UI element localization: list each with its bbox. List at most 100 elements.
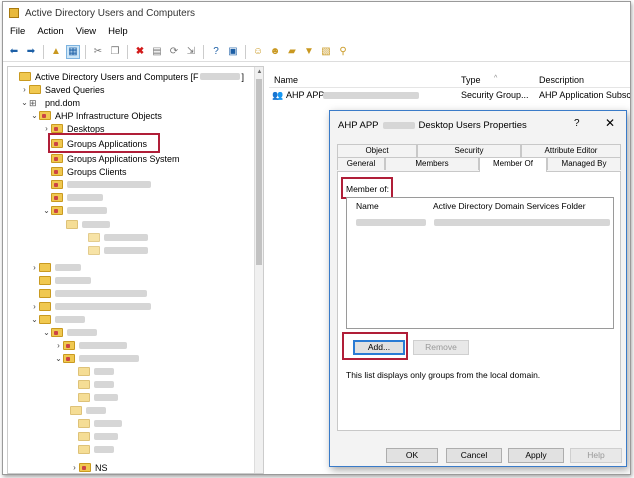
group-add-icon[interactable]: ▰ [285,45,299,59]
tree-item-groups-clients[interactable]: Groups Clients [42,165,127,178]
menu-view[interactable]: View [75,26,97,40]
remove-button[interactable]: Remove [413,340,469,355]
chevron-down-icon: ⌄ [43,328,50,337]
tree-item-redacted[interactable]: › [30,261,81,274]
copy-icon[interactable]: ❐ [108,45,122,59]
redacted-text [79,355,139,362]
tree-item-redacted[interactable] [42,178,151,191]
col-header-description[interactable]: Description [539,75,584,85]
member-of-list[interactable]: Name Active Directory Domain Services Fo… [346,197,614,329]
tab-general[interactable]: General [337,157,385,170]
tree-item-redacted[interactable] [30,274,91,287]
tree-item-redacted[interactable] [78,430,118,443]
redacted-text [67,194,103,201]
show-pane-icon[interactable]: ▣ [226,45,240,59]
list-item-type: Security Group... [461,90,529,100]
folder-icon [78,380,90,389]
find-icon[interactable]: ⚲ [336,45,350,59]
redacted-text [104,247,148,254]
tree-item-domain[interactable]: ⌄ ⊞ pnd.dom [20,96,80,109]
tab-member-of[interactable]: Member Of [479,157,547,172]
chevron-right-icon: › [33,302,36,311]
tree-item-root[interactable]: Active Directory Users and Computers [F … [10,70,244,83]
tree-item-ns[interactable]: › NS [70,461,107,473]
tree-item-redacted[interactable]: › [54,339,127,352]
tree-item-redacted[interactable] [42,191,103,204]
redacted-text [94,394,118,401]
filter-icon[interactable]: ▼ [302,45,316,59]
list-item-name: AHP APP [286,90,325,100]
redacted-text [94,368,114,375]
tree-item-redacted[interactable] [78,378,114,391]
tree-item-redacted[interactable] [30,287,147,300]
close-icon[interactable]: ✕ [605,116,615,130]
folder-icon [39,263,51,272]
menu-help[interactable]: Help [107,26,129,40]
dialog-title-prefix: AHP APP [338,120,379,131]
tree-item-redacted[interactable] [66,218,110,231]
list-item[interactable] [356,216,610,229]
add-to-group-icon[interactable]: ▧ [319,45,333,59]
menu-action[interactable]: Action [36,26,64,40]
window-title: Active Directory Users and Computers [25,7,196,19]
col-header-name[interactable]: Name [356,201,379,211]
tree-scrollbar[interactable]: ▲ [254,67,263,473]
cut-icon[interactable]: ✂ [91,45,105,59]
tree-item-redacted[interactable]: ⌄ [42,204,107,217]
redacted-text [55,316,85,323]
dialog-title: AHP APP Desktop Users Properties [338,120,527,131]
dialog-tabs: Object Security Attribute Editor General… [337,144,621,172]
up-folder-icon[interactable]: ▲ [49,45,63,59]
tree-item-saved-queries[interactable]: › Saved Queries [20,83,105,96]
refresh-icon[interactable]: ⟳ [167,45,181,59]
ok-button[interactable]: OK [386,448,438,463]
folder-icon [70,406,82,415]
delete-icon[interactable]: ✖ [133,45,147,59]
highlight-groups-applications [48,133,160,153]
forward-arrow-icon[interactable]: ➡ [24,45,38,59]
tree-item-groups-applications-system[interactable]: Groups Applications System [42,152,180,165]
folder-icon [88,246,100,255]
menu-file[interactable]: File [9,26,26,40]
help-button[interactable]: Help [570,448,622,463]
tree-item-redacted[interactable] [88,231,148,244]
scroll-up-arrow-icon[interactable]: ▲ [255,69,263,75]
users-icon[interactable]: ☺ [251,45,265,59]
redacted-text [67,181,151,188]
tree-item-redacted[interactable]: ⌄ [42,326,97,339]
scrollbar-thumb[interactable] [256,79,262,265]
tree-item-redacted[interactable]: ⌄ [54,352,139,365]
tab-attribute-editor[interactable]: Attribute Editor [521,144,621,157]
cancel-button[interactable]: Cancel [446,448,502,463]
tree-item-redacted[interactable] [78,391,118,404]
export-icon[interactable]: ⇲ [184,45,198,59]
console-tree-icon[interactable]: ▦ [66,44,80,59]
tree-item-redacted[interactable] [78,365,114,378]
tab-members[interactable]: Members [385,157,479,170]
tree-item-redacted[interactable] [88,244,148,257]
tree-item-redacted[interactable]: › [30,300,151,313]
apply-button[interactable]: Apply [508,448,564,463]
tree-item-infra[interactable]: ⌄ AHP Infrastructure Objects [30,109,162,122]
back-arrow-icon[interactable]: ⬅ [7,45,21,59]
tree-item-redacted[interactable] [78,417,122,430]
tab-managed-by[interactable]: Managed By [547,157,621,170]
col-header-folder[interactable]: Active Directory Domain Services Folder [433,201,586,211]
redacted-text [94,446,114,453]
user-add-icon[interactable]: ☻ [268,45,282,59]
help-icon[interactable]: ? [574,118,580,129]
list-item[interactable]: 👥 AHP APP Security Group... AHP Applicat… [269,88,630,102]
help-icon[interactable]: ? [209,45,223,59]
toolbar-separator [203,44,204,59]
properties-icon[interactable]: ▤ [150,45,164,59]
tree-item-label: Saved Queries [45,84,105,95]
col-header-name[interactable]: Name [274,75,298,85]
tree-item-redacted[interactable] [70,404,106,417]
folder-icon [39,289,51,298]
folder-icon [78,432,90,441]
tab-security[interactable]: Security [417,144,521,157]
tab-object[interactable]: Object [337,144,417,157]
tree-item-redacted[interactable]: ⌄ [30,313,85,326]
col-header-type[interactable]: Type [461,75,481,85]
tree-item-redacted[interactable] [78,443,114,456]
